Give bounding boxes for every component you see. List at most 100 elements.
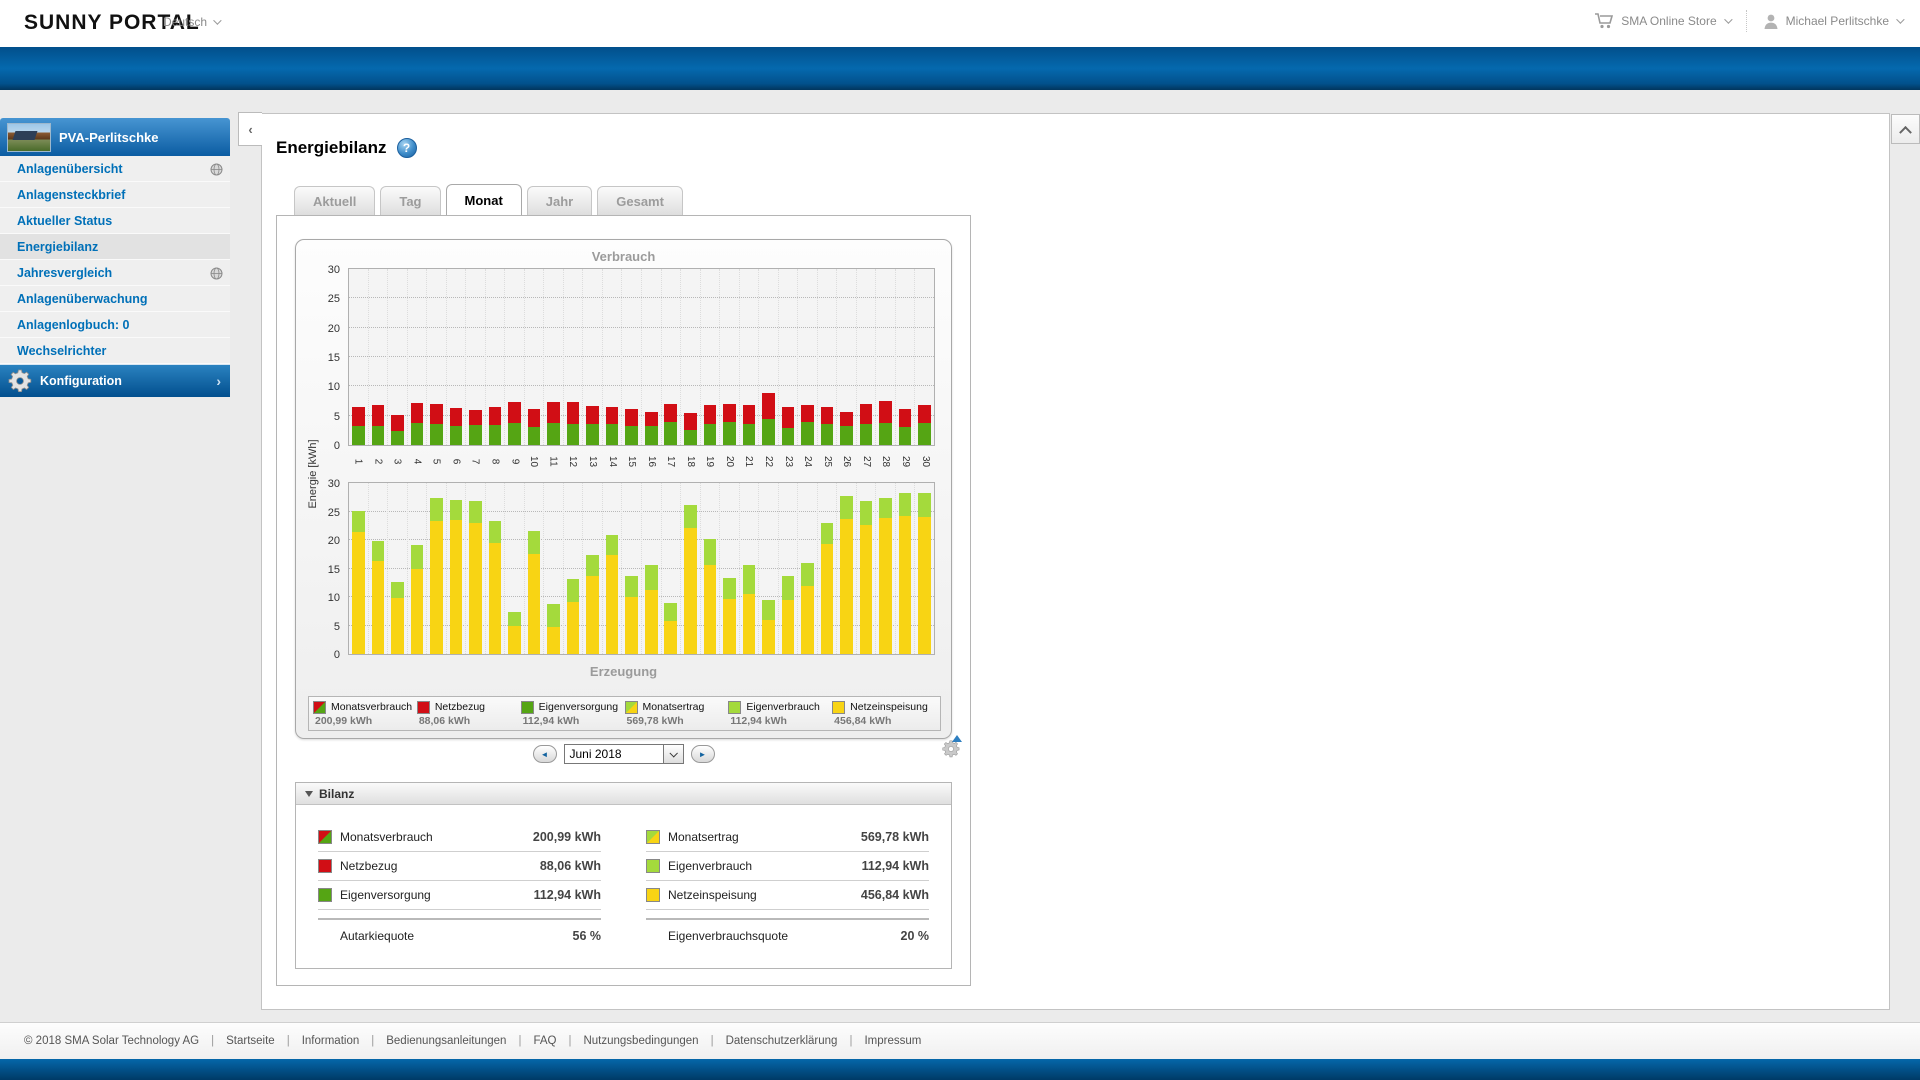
stacked-bar-day-25[interactable] bbox=[821, 407, 834, 445]
stacked-bar-day-18[interactable] bbox=[684, 413, 697, 445]
bilanz-header[interactable]: Bilanz bbox=[296, 783, 951, 805]
stacked-bar-day-25[interactable] bbox=[821, 523, 834, 654]
tab-tag[interactable]: Tag bbox=[380, 186, 440, 215]
stacked-bar-day-12[interactable] bbox=[567, 402, 580, 445]
stacked-bar-day-30[interactable] bbox=[918, 493, 931, 654]
stacked-bar-day-9[interactable] bbox=[508, 612, 521, 654]
stacked-bar-day-19[interactable] bbox=[704, 539, 717, 654]
stacked-bar-day-10[interactable] bbox=[528, 531, 541, 654]
stacked-bar-day-26[interactable] bbox=[840, 496, 853, 654]
footer-link-bedienungsanleitungen[interactable]: Bedienungsanleitungen bbox=[386, 1035, 506, 1047]
sidebar-item-anlagen-berwachung[interactable]: Anlagenüberwachung bbox=[0, 286, 230, 312]
help-icon[interactable]: ? bbox=[397, 138, 417, 158]
stacked-bar-day-11[interactable] bbox=[547, 402, 560, 445]
sidebar-item-wechselrichter[interactable]: Wechselrichter bbox=[0, 338, 230, 364]
language-dropdown[interactable]: Deutsch bbox=[163, 15, 219, 29]
stacked-bar-day-6[interactable] bbox=[450, 500, 463, 654]
stacked-bar-day-2[interactable] bbox=[372, 405, 385, 445]
stacked-bar-day-8[interactable] bbox=[489, 521, 502, 654]
stacked-bar-day-14[interactable] bbox=[606, 535, 619, 654]
stacked-bar-day-23[interactable] bbox=[782, 576, 795, 654]
stacked-bar-day-3[interactable] bbox=[391, 415, 404, 446]
bar-segment-eigenversorgung bbox=[450, 426, 463, 445]
sidebar-collapse-button[interactable]: ‹ bbox=[238, 112, 262, 146]
stacked-bar-day-27[interactable] bbox=[860, 501, 873, 654]
footer-link-faq[interactable]: FAQ bbox=[533, 1035, 556, 1047]
stacked-bar-day-8[interactable] bbox=[489, 407, 502, 445]
user-menu[interactable]: Michael Perlitschke bbox=[1763, 13, 1902, 30]
footer-link-nutzungsbedingungen[interactable]: Nutzungsbedingungen bbox=[583, 1035, 698, 1047]
stacked-bar-day-7[interactable] bbox=[469, 410, 482, 445]
stacked-bar-day-13[interactable] bbox=[586, 555, 599, 654]
sidebar-item-anlagensteckbrief[interactable]: Anlagensteckbrief bbox=[0, 182, 230, 208]
previous-month-button[interactable]: ◄ bbox=[533, 745, 557, 763]
stacked-bar-day-3[interactable] bbox=[391, 582, 404, 654]
next-month-button[interactable]: ► bbox=[691, 745, 715, 763]
sma-online-store-link[interactable]: SMA Online Store bbox=[1594, 13, 1729, 29]
tab-monat[interactable]: Monat bbox=[446, 184, 522, 215]
stacked-bar-day-5[interactable] bbox=[430, 498, 443, 654]
stacked-bar-day-7[interactable] bbox=[469, 501, 482, 654]
tab-bar: AktuellTagMonatJahrGesamt bbox=[294, 186, 683, 215]
footer-link-impressum[interactable]: Impressum bbox=[864, 1035, 921, 1047]
sidebar-item-anlagenlogbuch-0[interactable]: Anlagenlogbuch: 0 bbox=[0, 312, 230, 338]
scroll-top-button[interactable] bbox=[1891, 114, 1920, 144]
stacked-bar-day-17[interactable] bbox=[664, 603, 677, 654]
footer-link-startseite[interactable]: Startseite bbox=[226, 1035, 275, 1047]
stacked-bar-day-15[interactable] bbox=[625, 576, 638, 654]
day-slot bbox=[719, 269, 739, 445]
stacked-bar-day-15[interactable] bbox=[625, 409, 638, 445]
stacked-bar-day-4[interactable] bbox=[411, 545, 424, 654]
chart-settings-button[interactable] bbox=[942, 740, 960, 758]
stacked-bar-day-22[interactable] bbox=[762, 600, 775, 654]
tab-jahr[interactable]: Jahr bbox=[527, 186, 592, 215]
y-tick-label: 25 bbox=[328, 507, 340, 519]
stacked-bar-day-1[interactable] bbox=[352, 407, 365, 445]
stacked-bar-day-29[interactable] bbox=[899, 409, 912, 445]
quote-value: 56 % bbox=[573, 929, 602, 943]
stacked-bar-day-20[interactable] bbox=[723, 404, 736, 445]
footer-link-information[interactable]: Information bbox=[302, 1035, 360, 1047]
sidebar-item-energiebilanz[interactable]: Energiebilanz bbox=[0, 234, 230, 260]
stacked-bar-day-28[interactable] bbox=[879, 401, 892, 445]
stacked-bar-day-24[interactable] bbox=[801, 563, 814, 654]
stacked-bar-day-17[interactable] bbox=[664, 404, 677, 445]
stacked-bar-day-21[interactable] bbox=[743, 405, 756, 445]
sidebar-item-konfiguration[interactable]: Konfiguration › bbox=[0, 364, 230, 397]
bilanz-label: Netzbezug bbox=[340, 859, 532, 873]
stacked-bar-day-19[interactable] bbox=[704, 405, 717, 445]
stacked-bar-day-5[interactable] bbox=[430, 404, 443, 445]
stacked-bar-day-16[interactable] bbox=[645, 412, 658, 445]
stacked-bar-day-27[interactable] bbox=[860, 404, 873, 445]
stacked-bar-day-14[interactable] bbox=[606, 407, 619, 445]
stacked-bar-day-23[interactable] bbox=[782, 407, 795, 445]
stacked-bar-day-22[interactable] bbox=[762, 393, 775, 445]
stacked-bar-day-20[interactable] bbox=[723, 578, 736, 654]
stacked-bar-day-28[interactable] bbox=[879, 498, 892, 654]
bar-segment-netzeinspeisung bbox=[782, 600, 795, 654]
stacked-bar-day-12[interactable] bbox=[567, 579, 580, 654]
stacked-bar-day-13[interactable] bbox=[586, 406, 599, 445]
tab-gesamt[interactable]: Gesamt bbox=[597, 186, 683, 215]
stacked-bar-day-4[interactable] bbox=[411, 403, 424, 445]
stacked-bar-day-30[interactable] bbox=[918, 405, 931, 445]
stacked-bar-day-1[interactable] bbox=[352, 511, 365, 654]
stacked-bar-day-16[interactable] bbox=[645, 565, 658, 654]
tab-aktuell[interactable]: Aktuell bbox=[294, 186, 375, 215]
stacked-bar-day-18[interactable] bbox=[684, 505, 697, 654]
sidebar-item-anlagen-bersicht[interactable]: Anlagenübersicht bbox=[0, 156, 230, 182]
stacked-bar-day-6[interactable] bbox=[450, 408, 463, 445]
stacked-bar-day-26[interactable] bbox=[840, 412, 853, 445]
stacked-bar-day-21[interactable] bbox=[743, 565, 756, 654]
stacked-bar-day-9[interactable] bbox=[508, 402, 521, 445]
stacked-bar-day-11[interactable] bbox=[547, 604, 560, 654]
sidebar-item-aktueller-status[interactable]: Aktueller Status bbox=[0, 208, 230, 234]
stacked-bar-day-2[interactable] bbox=[372, 541, 385, 654]
footer-link-datenschutzerkl-rung[interactable]: Datenschutzerklärung bbox=[726, 1035, 838, 1047]
stacked-bar-day-29[interactable] bbox=[899, 493, 912, 654]
stacked-bar-day-10[interactable] bbox=[528, 409, 541, 445]
month-select[interactable]: Juni 2018 bbox=[564, 744, 684, 764]
plant-header[interactable]: PVA-Perlitschke bbox=[0, 118, 230, 156]
stacked-bar-day-24[interactable] bbox=[801, 405, 814, 445]
sidebar-item-jahresvergleich[interactable]: Jahresvergleich bbox=[0, 260, 230, 286]
